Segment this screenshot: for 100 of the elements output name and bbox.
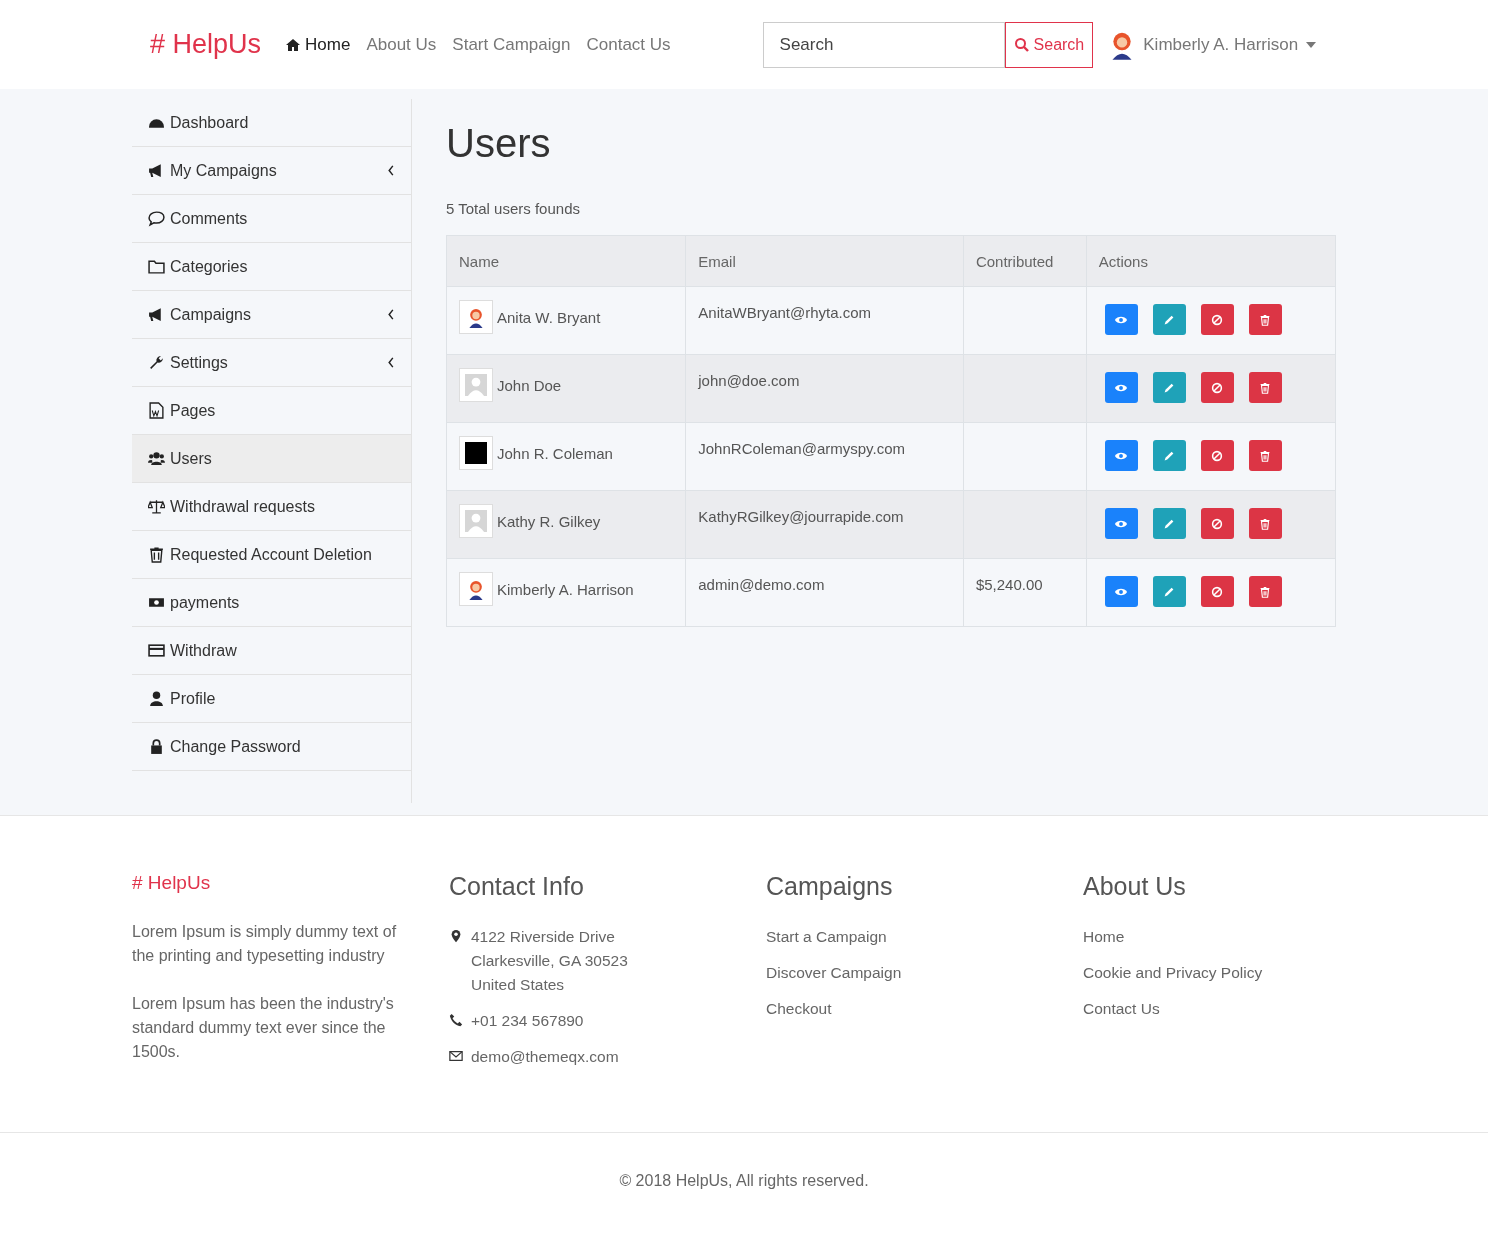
delete-button[interactable] (1248, 508, 1282, 539)
lock-icon (148, 738, 165, 755)
block-button[interactable] (1200, 576, 1234, 607)
phone-icon (449, 1013, 463, 1027)
user-name: John R. Coleman (497, 444, 613, 462)
footer-heading: Contact Info (449, 872, 585, 901)
footer-link[interactable]: Discover Campaign (766, 961, 1083, 985)
sidebar-item[interactable]: payments (132, 579, 411, 627)
ban-icon (1210, 312, 1225, 327)
sidebar-item[interactable]: Requested Account Deletion (132, 531, 411, 579)
user-email: john@doe.com (698, 372, 800, 389)
footer-paragraph: Lorem Ipsum has been the industry's standard dummy text ever since the 1500s. (132, 994, 395, 1062)
contact-text: demo@themeqx.com (471, 1047, 619, 1067)
contact-text: United States (471, 975, 566, 995)
user-name: Anita W. Bryant (497, 308, 601, 326)
delete-button[interactable] (1248, 372, 1282, 403)
copyright-text: © 2018 HelpUs, All rights reserved. (619, 1171, 869, 1190)
user-email: admin@demo.com (698, 576, 825, 593)
nav-link[interactable]: About Us (366, 34, 437, 55)
view-button[interactable] (1104, 304, 1138, 335)
avatar-placeholder-icon (465, 510, 487, 532)
user-menu[interactable]: Kimberly A. Harrison (1143, 34, 1299, 55)
block-button[interactable] (1200, 304, 1234, 335)
sidebar-item[interactable]: Profile (132, 675, 411, 723)
nav-link[interactable]: Contact Us (586, 34, 671, 55)
block-button[interactable] (1200, 508, 1234, 539)
user-email: AnitaWBryant@rhyta.com (698, 304, 872, 321)
edit-button[interactable] (1152, 508, 1186, 539)
delete-button[interactable] (1248, 576, 1282, 607)
column-header: Email (685, 235, 964, 287)
user-name: Kimberly A. Harrison (497, 580, 634, 598)
column-header: Name (446, 235, 686, 287)
contact-text: Clarkesville, GA 30523 (471, 951, 628, 971)
scale-icon (148, 498, 165, 515)
sidebar-item[interactable]: Users (132, 435, 411, 483)
edit-button[interactable] (1152, 304, 1186, 335)
sidebar-item[interactable]: Withdrawal requests (132, 483, 411, 531)
avatar-placeholder-icon (465, 374, 487, 396)
page-title: Users (446, 121, 552, 166)
footer-link[interactable]: Home (1083, 925, 1368, 949)
card-icon (148, 642, 165, 659)
wrench-icon (148, 354, 165, 371)
sidebar-item[interactable]: Comments (132, 195, 411, 243)
sidebar-item[interactable]: My Campaigns (132, 147, 411, 195)
sidebar-item[interactable]: Withdraw (132, 627, 411, 675)
caret-icon[interactable] (1306, 41, 1317, 48)
ban-icon (1210, 448, 1225, 463)
footer-heading: Campaigns (766, 872, 894, 901)
envelope-icon (449, 1049, 463, 1063)
ban-icon (1210, 584, 1225, 599)
footer-link[interactable]: Contact Us (1083, 997, 1368, 1021)
sidebar-item[interactable]: Settings (132, 339, 411, 387)
users-count: 5 Total users founds (446, 200, 581, 217)
footer-logo[interactable]: # HelpUs (132, 872, 449, 894)
search-icon (1013, 36, 1030, 53)
sidebar-item[interactable]: Categories (132, 243, 411, 291)
delete-button[interactable] (1248, 304, 1282, 335)
footer-heading: About Us (1083, 872, 1187, 901)
view-button[interactable] (1104, 440, 1138, 471)
sidebar-item[interactable]: Campaigns (132, 291, 411, 339)
view-button[interactable] (1104, 508, 1138, 539)
block-button[interactable] (1200, 372, 1234, 403)
document-icon (148, 402, 165, 419)
footer-link[interactable]: Start a Campaign (766, 925, 1083, 949)
site-logo[interactable]: # HelpUs (150, 29, 262, 60)
ban-icon (1210, 516, 1225, 531)
edit-button[interactable] (1152, 372, 1186, 403)
contributed-amount: $5,240.00 (975, 576, 1043, 593)
delete-button[interactable] (1248, 440, 1282, 471)
folder-icon (148, 258, 165, 275)
contact-text: 4122 Riverside Drive (471, 927, 616, 947)
column-header: Actions (1086, 235, 1336, 287)
user-icon (148, 690, 165, 707)
user-name: John Doe (497, 376, 562, 394)
user-email: JohnRColeman@armyspy.com (698, 440, 905, 457)
search-button[interactable]: Search (1004, 21, 1094, 68)
edit-button[interactable] (1152, 440, 1186, 471)
view-button[interactable] (1104, 576, 1138, 607)
column-header: Contributed (963, 235, 1087, 287)
sidebar-item[interactable]: Dashboard (132, 99, 411, 147)
users-icon (148, 450, 165, 467)
sidebar-item[interactable]: Change Password (132, 723, 411, 771)
comment-icon (148, 210, 165, 227)
nav-link[interactable]: Start Campaign (452, 34, 571, 55)
search-field[interactable]: Search (762, 21, 1005, 68)
view-button[interactable] (1104, 372, 1138, 403)
contact-text: +01 234 567890 (471, 1011, 584, 1031)
footer-link[interactable]: Checkout (766, 997, 1083, 1021)
photo-placeholder (465, 442, 487, 464)
footer-paragraph: Lorem Ipsum is simply dummy text of the printing and typesetting industry (132, 922, 398, 966)
block-button[interactable] (1200, 440, 1234, 471)
trash-icon (148, 546, 165, 563)
home-icon (285, 36, 302, 53)
edit-button[interactable] (1152, 576, 1186, 607)
user-email: KathyRGilkey@jourrapide.com (698, 508, 904, 525)
ban-icon (1210, 380, 1225, 395)
user-name: Kathy R. Gilkey (497, 512, 601, 530)
footer-link[interactable]: Cookie and Privacy Policy (1083, 961, 1368, 985)
map-pin-icon (449, 929, 463, 943)
nav-link[interactable]: Home (285, 34, 351, 55)
